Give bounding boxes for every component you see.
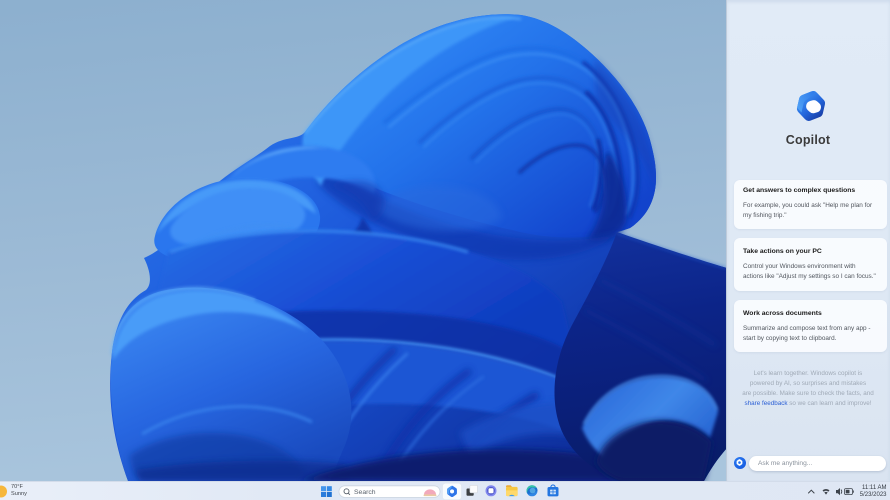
svg-text:Search: Search: [354, 489, 376, 496]
